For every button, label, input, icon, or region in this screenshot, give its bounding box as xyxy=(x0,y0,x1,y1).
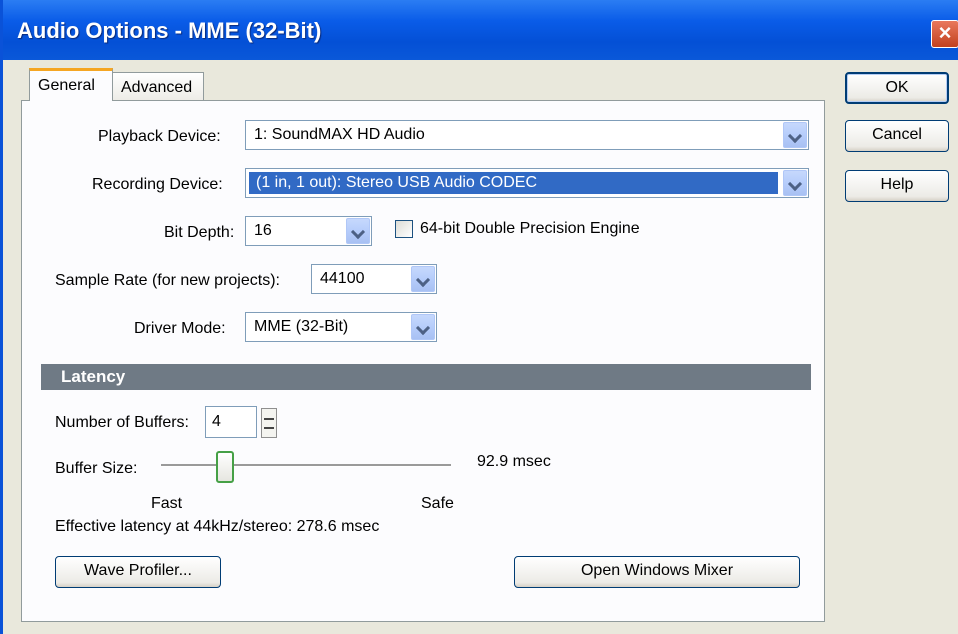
open-windows-mixer-button[interactable]: Open Windows Mixer xyxy=(514,556,800,588)
close-button[interactable]: × xyxy=(931,20,958,48)
driver-mode-value: MME (32-Bit) xyxy=(254,318,349,335)
cancel-button[interactable]: Cancel xyxy=(845,120,949,152)
wave-profiler-button[interactable]: Wave Profiler... xyxy=(55,556,221,588)
fast-label: Fast xyxy=(151,495,183,512)
ok-button[interactable]: OK xyxy=(845,72,949,104)
chevron-down-icon[interactable] xyxy=(411,266,435,292)
tab-advanced[interactable]: Advanced xyxy=(112,72,204,102)
sample-rate-value: 44100 xyxy=(320,270,365,287)
buffer-size-label: Buffer Size: xyxy=(55,460,138,477)
buffers-input[interactable]: 4 xyxy=(205,406,257,438)
audio-options-dialog: Audio Options - MME (32-Bit) × General A… xyxy=(0,0,958,634)
recording-device-select[interactable]: (1 in, 1 out): Stereo USB Audio CODEC xyxy=(245,168,809,198)
effective-latency-text: Effective latency at 44kHz/stereo: 278.6… xyxy=(55,518,380,535)
spin-down-icon[interactable] xyxy=(264,427,274,429)
chevron-down-icon[interactable] xyxy=(346,218,370,244)
help-button[interactable]: Help xyxy=(845,170,949,202)
buffers-spinner[interactable] xyxy=(261,408,277,438)
playback-device-value: 1: SoundMAX HD Audio xyxy=(254,126,425,143)
double-precision-checkbox[interactable] xyxy=(395,220,413,238)
buffer-size-slider-track[interactable] xyxy=(161,464,451,467)
buffers-label: Number of Buffers: xyxy=(55,414,189,431)
tab-general[interactable]: General xyxy=(29,68,113,101)
chevron-down-icon[interactable] xyxy=(783,170,807,196)
title-bar[interactable]: Audio Options - MME (32-Bit) × xyxy=(3,0,958,60)
sample-rate-select[interactable]: 44100 xyxy=(311,264,437,294)
sample-rate-label: Sample Rate (for new projects): xyxy=(55,272,280,289)
latency-header-label: Latency xyxy=(61,367,126,386)
chevron-down-icon[interactable] xyxy=(783,122,807,148)
driver-mode-label: Driver Mode: xyxy=(134,320,226,337)
bit-depth-label: Bit Depth: xyxy=(164,224,235,241)
buffers-value: 4 xyxy=(212,413,221,430)
driver-mode-select[interactable]: MME (32-Bit) xyxy=(245,312,437,342)
buffer-size-value: 92.9 msec xyxy=(477,453,551,470)
spin-up-icon[interactable] xyxy=(264,418,274,420)
buffer-size-slider-thumb[interactable] xyxy=(216,451,234,483)
close-icon: × xyxy=(938,20,952,45)
playback-device-label: Playback Device: xyxy=(98,128,221,145)
window-title: Audio Options - MME (32-Bit) xyxy=(17,18,322,43)
bit-depth-value: 16 xyxy=(254,222,272,239)
recording-device-value: (1 in, 1 out): Stereo USB Audio CODEC xyxy=(256,174,538,191)
safe-label: Safe xyxy=(421,495,454,512)
latency-section-header: Latency xyxy=(41,364,811,390)
double-precision-label: 64-bit Double Precision Engine xyxy=(420,220,640,237)
bit-depth-select[interactable]: 16 xyxy=(245,216,372,246)
playback-device-select[interactable]: 1: SoundMAX HD Audio xyxy=(245,120,809,150)
chevron-down-icon[interactable] xyxy=(411,314,435,340)
recording-device-label: Recording Device: xyxy=(92,176,223,193)
